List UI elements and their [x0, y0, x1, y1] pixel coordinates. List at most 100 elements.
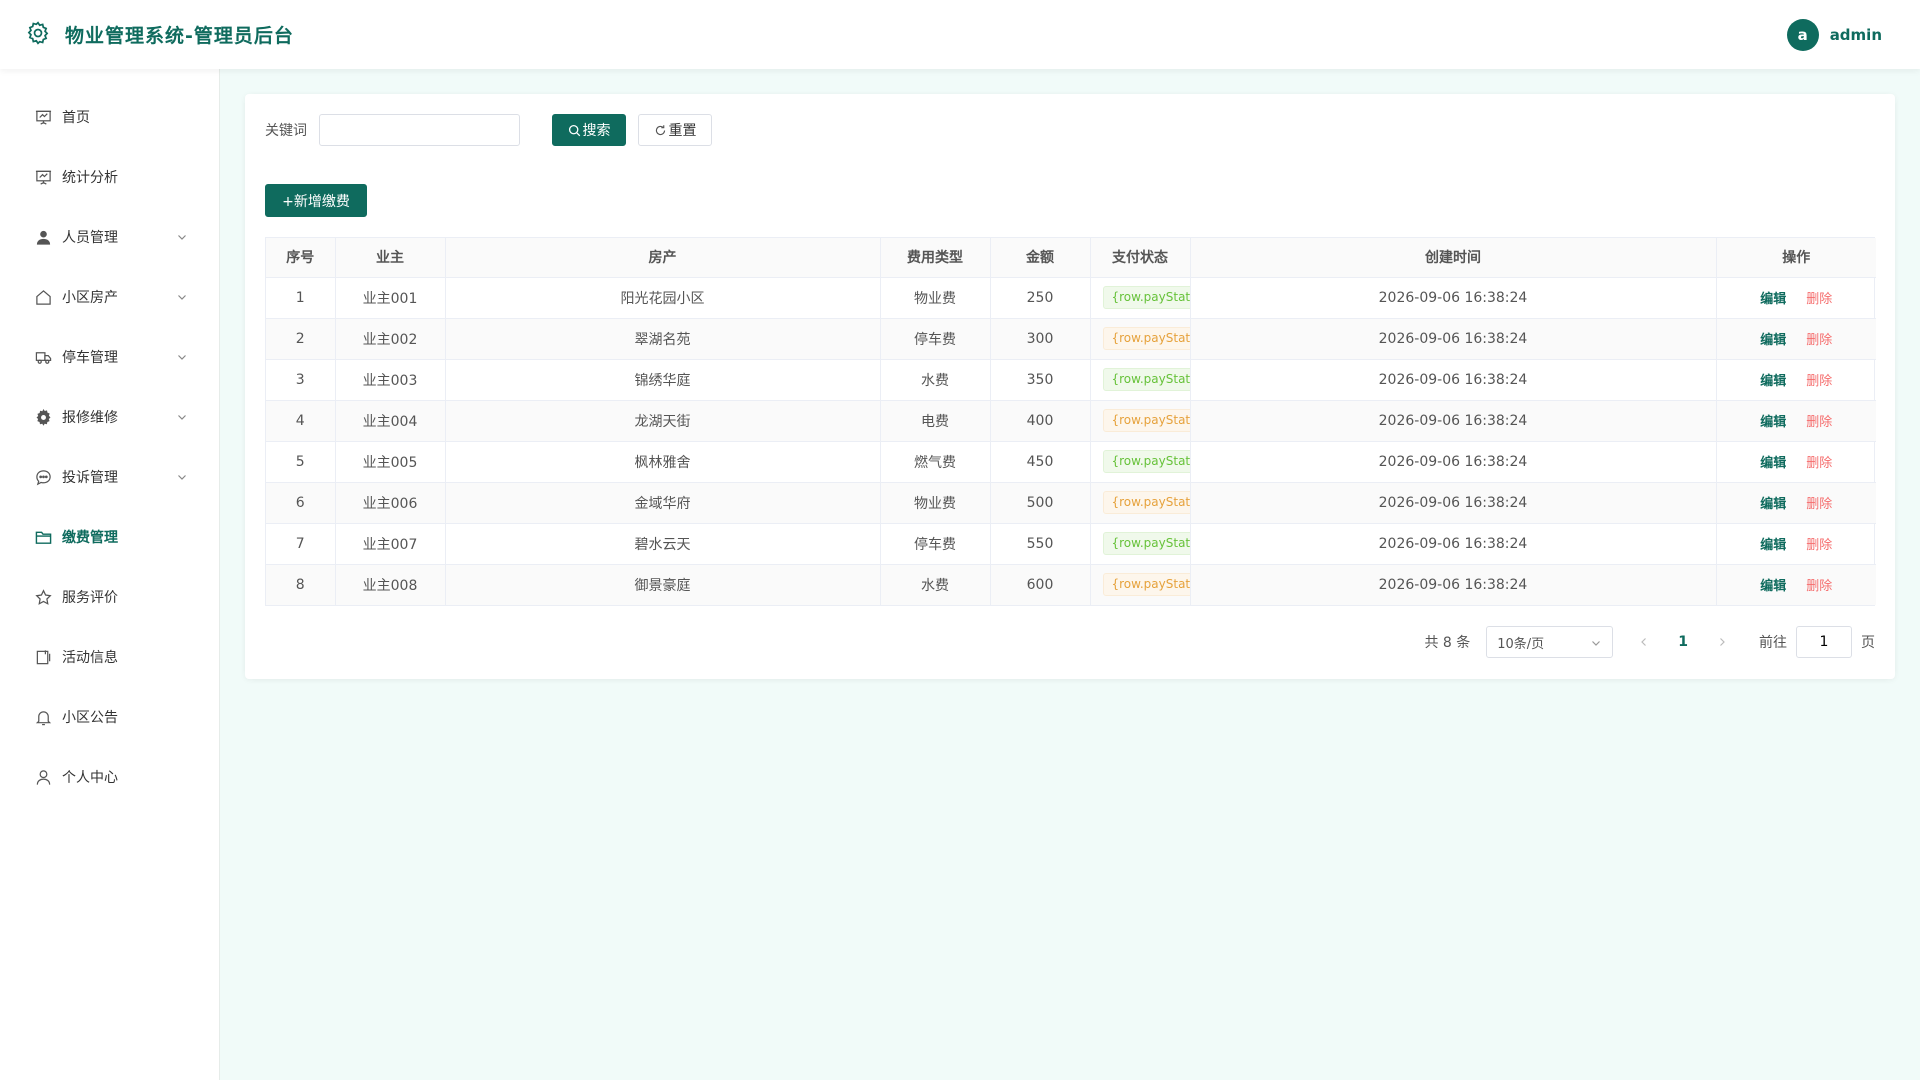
chevron-left-icon[interactable]	[1639, 637, 1649, 647]
delete-button[interactable]: 删除	[1806, 333, 1832, 348]
pagination: 共 8 条 10条/页 1 前往 页	[1424, 626, 1875, 658]
edit-button[interactable]: 编辑	[1760, 374, 1786, 389]
column-header: 费用类型	[880, 238, 991, 278]
cell-created: 2026-09-06 16:38:24	[1190, 482, 1717, 524]
table-header-row: 序号 业主 房产 费用类型 金额 支付状态 创建时间 操作	[266, 238, 1876, 278]
sidebar-item-4[interactable]: 停车管理	[0, 327, 219, 387]
sidebar-item-3[interactable]: 小区房产	[0, 267, 219, 327]
status-badge: {row.payStatus	[1102, 327, 1189, 350]
cell-status: {row.payStatus	[1090, 564, 1191, 605]
search-bar: 关键词 搜索 重置	[265, 114, 712, 146]
total-count: 共 8 条	[1424, 635, 1471, 651]
user-menu[interactable]: a admin	[1786, 19, 1882, 51]
sidebar-item-1[interactable]: 统计分析	[0, 147, 219, 207]
table-row: 2业主002翠湖名苑停车费300 {row.payStatus2026-09-06…	[266, 318, 1876, 360]
delete-button[interactable]: 删除	[1806, 497, 1832, 512]
status-badge: {row.payStatus	[1102, 409, 1189, 432]
sidebar-item-label: 小区房产	[62, 290, 118, 306]
cell-amount: 250	[990, 277, 1091, 319]
delete-button[interactable]: 删除	[1806, 292, 1832, 307]
sidebar-item-2[interactable]: 人员管理	[0, 207, 219, 267]
cell-property: 御景豪庭	[445, 564, 881, 605]
edit-button[interactable]: 编辑	[1760, 292, 1786, 307]
column-header: 操作	[1716, 238, 1876, 278]
delete-button[interactable]: 删除	[1806, 456, 1832, 471]
search-button[interactable]: 搜索	[552, 114, 626, 146]
top-header: 物业管理系统-管理员后台 a admin	[0, 0, 1920, 69]
cell-fee-type: 停车费	[880, 318, 991, 360]
sidebar-item-0[interactable]: 首页	[0, 87, 219, 147]
delete-button[interactable]: 删除	[1806, 579, 1832, 594]
cell-actions: 编辑 删除	[1716, 441, 1876, 483]
keyword-label: 关键词	[265, 123, 307, 139]
cell-amount: 350	[990, 359, 1091, 401]
cell-fee-type: 水费	[880, 564, 991, 605]
sidebar-item-11[interactable]: 个人中心	[0, 747, 219, 807]
delete-button[interactable]: 删除	[1806, 415, 1832, 430]
cell-index: 5	[266, 441, 336, 483]
edit-button[interactable]: 编辑	[1760, 497, 1786, 512]
sidebar-item-label: 缴费管理	[62, 530, 118, 546]
star-icon	[35, 588, 52, 606]
cell-index: 4	[266, 400, 336, 442]
cell-actions: 编辑 删除	[1716, 564, 1876, 605]
sidebar-item-9[interactable]: 活动信息	[0, 627, 219, 687]
delete-button[interactable]: 删除	[1806, 538, 1832, 553]
sidebar-item-8[interactable]: 服务评价	[0, 567, 219, 627]
sidebar-item-5[interactable]: 报修维修	[0, 387, 219, 447]
status-badge: {row.payStatus	[1102, 532, 1189, 555]
avatar[interactable]: a	[1786, 19, 1819, 51]
table-row: 3业主003锦绣华庭水费350 {row.payStatus2026-09-06 …	[266, 359, 1876, 401]
chevron-down-icon	[178, 415, 186, 420]
page-number[interactable]: 1	[1678, 634, 1688, 650]
search-button-label: 搜索	[582, 123, 611, 139]
cell-status: {row.payStatus	[1090, 523, 1191, 565]
cell-property: 锦绣华庭	[445, 359, 881, 401]
cell-actions: 编辑 删除	[1716, 482, 1876, 524]
presentation-chart-icon	[35, 169, 52, 186]
cell-created: 2026-09-06 16:38:24	[1190, 564, 1717, 605]
sidebar-item-7[interactable]: 缴费管理	[0, 507, 219, 567]
status-badge: {row.payStatus	[1102, 491, 1189, 514]
cell-owner: 业主004	[335, 400, 446, 442]
edit-button[interactable]: 编辑	[1760, 579, 1786, 594]
cell-amount: 550	[990, 523, 1091, 565]
cell-index: 1	[266, 277, 336, 319]
column-header: 房产	[445, 238, 881, 278]
edit-button[interactable]: 编辑	[1760, 415, 1786, 430]
table-row: 1业主001阳光花园小区物业费250 {row.payStatus2026-09-…	[266, 277, 1876, 319]
reset-button-label: 重置	[668, 123, 697, 139]
reset-button[interactable]: 重置	[638, 114, 712, 146]
keyword-input[interactable]	[319, 114, 520, 146]
cell-created: 2026-09-06 16:38:24	[1190, 400, 1717, 442]
cell-property: 龙湖天街	[445, 400, 881, 442]
cell-status: {row.payStatus	[1090, 359, 1191, 401]
status-badge: {row.payStatus	[1102, 450, 1189, 473]
status-badge: {row.payStatus	[1102, 573, 1189, 597]
edit-button[interactable]: 编辑	[1760, 538, 1786, 553]
page-size-select[interactable]: 10条/页	[1486, 626, 1614, 658]
cell-status: {row.payStatus	[1090, 400, 1191, 442]
table-row: 6业主006金域华府物业费500 {row.payStatus2026-09-06…	[266, 482, 1876, 524]
add-payment-button[interactable]: +新增缴费	[265, 184, 367, 217]
cell-actions: 编辑 删除	[1716, 400, 1876, 442]
user-icon	[35, 229, 52, 246]
column-header: 创建时间	[1190, 238, 1717, 278]
sidebar-item-label: 服务评价	[62, 590, 118, 606]
edit-button[interactable]: 编辑	[1760, 333, 1786, 348]
chevron-down-icon	[178, 475, 186, 480]
delete-button[interactable]: 删除	[1806, 374, 1832, 389]
sidebar-item-label: 人员管理	[62, 230, 118, 246]
sidebar-item-10[interactable]: 小区公告	[0, 687, 219, 747]
edit-button[interactable]: 编辑	[1760, 456, 1786, 471]
goto-page-input[interactable]	[1796, 626, 1852, 658]
column-header: 业主	[335, 238, 446, 278]
sidebar-item-6[interactable]: 投诉管理	[0, 447, 219, 507]
payment-table: 序号 业主 房产 费用类型 金额 支付状态 创建时间 操作 1 业主001 阳光花园小区 物业费 25…	[265, 237, 1876, 606]
cell-created: 2026-09-06 16:38:24	[1190, 277, 1717, 319]
user-name[interactable]: admin	[1830, 26, 1882, 44]
sidebar-item-label: 停车管理	[62, 350, 118, 366]
cell-property: 枫林雅舍	[445, 441, 881, 483]
cell-index: 3	[266, 359, 336, 401]
chevron-right-icon[interactable]	[1717, 637, 1727, 647]
